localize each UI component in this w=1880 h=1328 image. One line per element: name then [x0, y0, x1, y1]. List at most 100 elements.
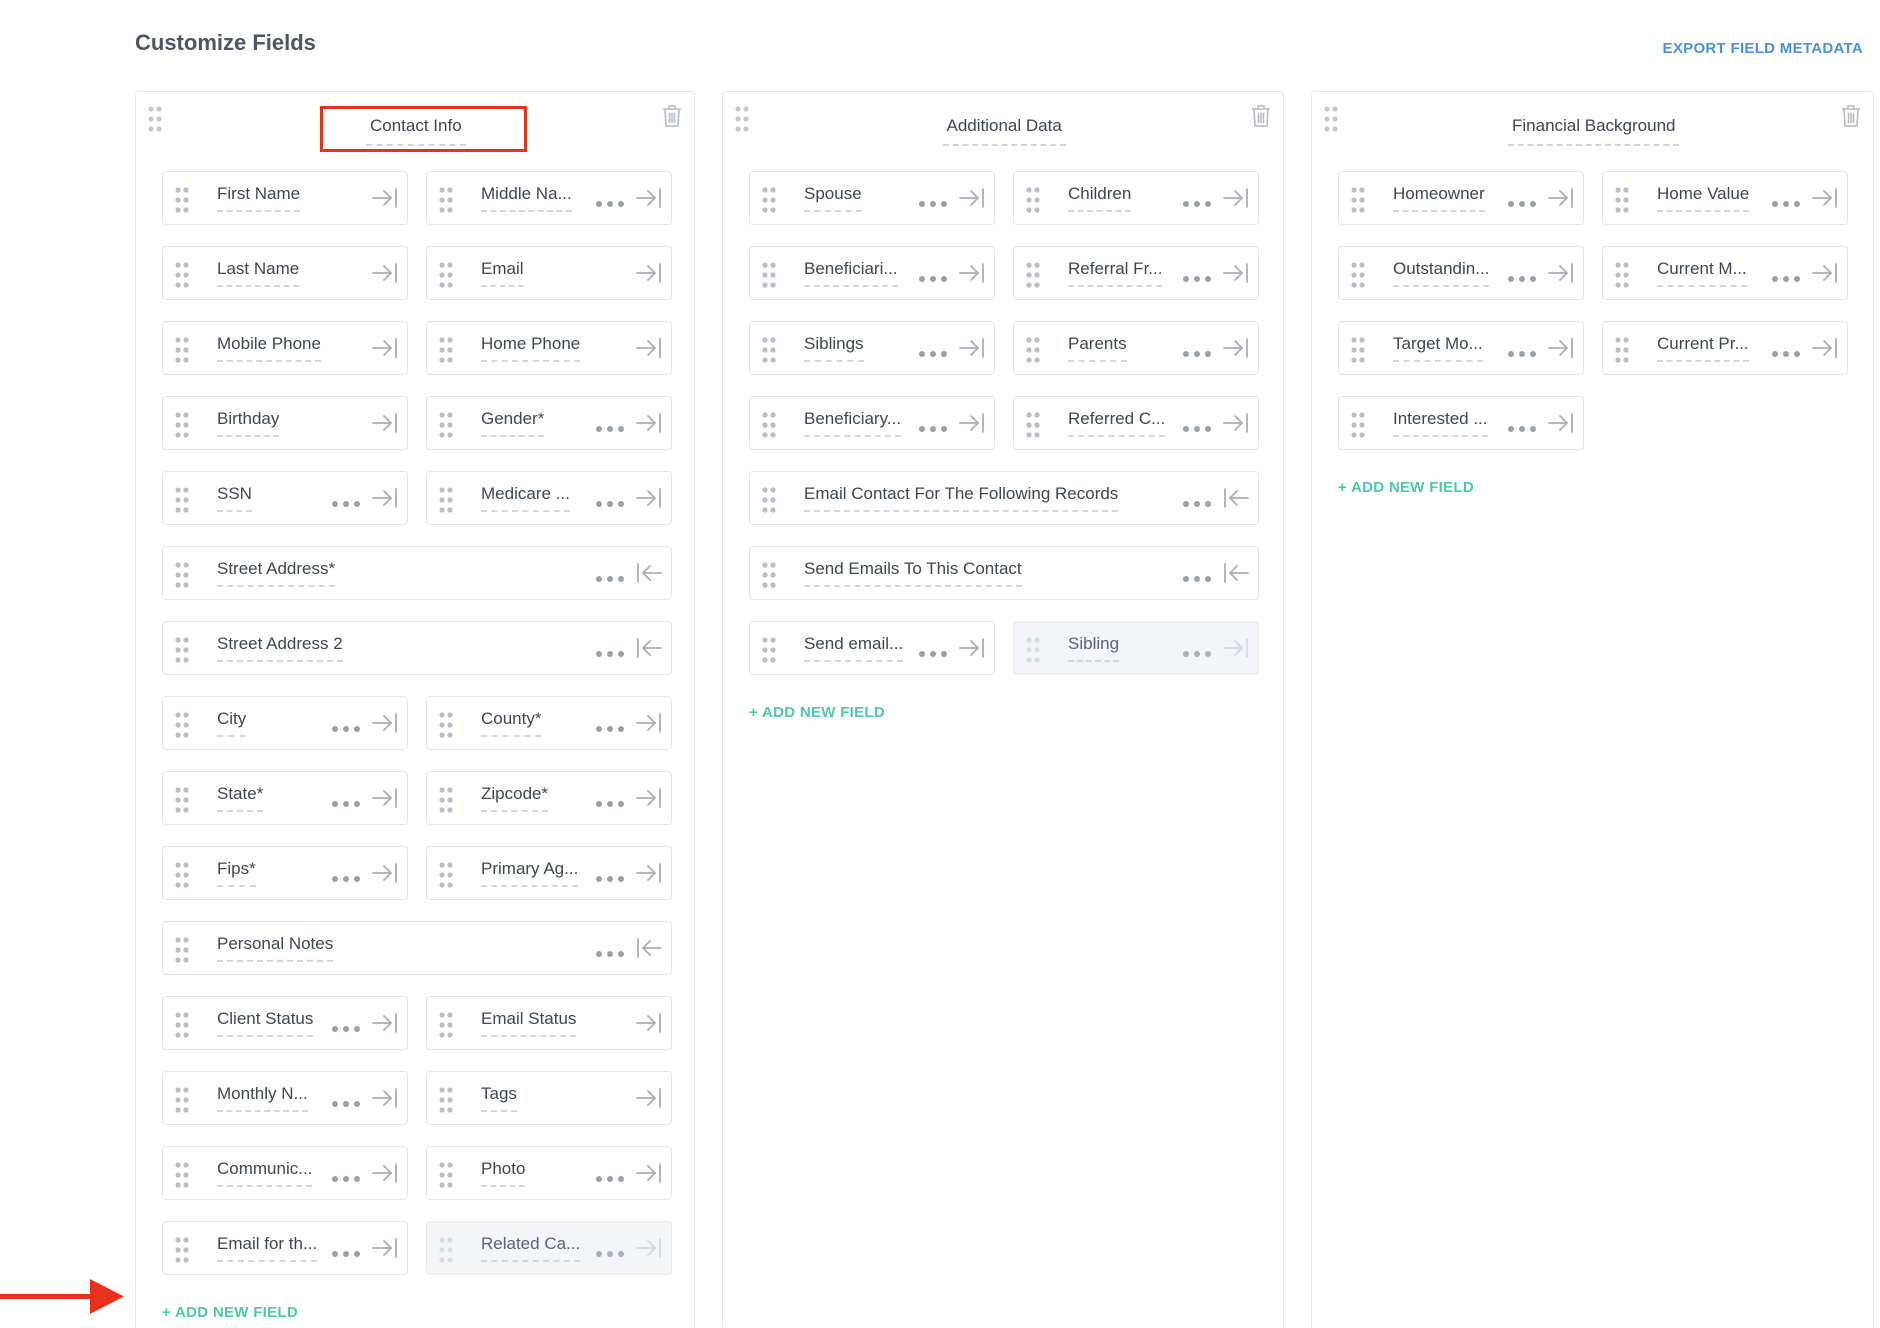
trash-icon[interactable]: [1251, 104, 1271, 133]
more-options-icon[interactable]: [918, 645, 948, 657]
drag-handle-icon[interactable]: [175, 1012, 189, 1043]
column-drag-handle-icon[interactable]: [148, 106, 162, 137]
drag-handle-icon[interactable]: [175, 487, 189, 518]
more-options-icon[interactable]: [918, 270, 948, 282]
more-options-icon[interactable]: [331, 1095, 361, 1107]
expand-width-arrow-icon[interactable]: [371, 1010, 399, 1036]
expand-width-arrow-icon[interactable]: [371, 410, 399, 436]
drag-handle-icon[interactable]: [175, 787, 189, 818]
more-options-icon[interactable]: [1771, 270, 1801, 282]
expand-width-arrow-icon[interactable]: [1547, 260, 1575, 286]
drag-handle-icon[interactable]: [1351, 187, 1365, 218]
field-item[interactable]: Personal Notes: [162, 921, 672, 975]
field-label[interactable]: Medicare ...: [481, 484, 570, 512]
collapse-width-arrow-icon[interactable]: [635, 635, 663, 661]
field-label[interactable]: Email for th...: [217, 1234, 317, 1262]
field-item[interactable]: Primary Ag...: [426, 846, 672, 900]
drag-handle-icon[interactable]: [175, 937, 189, 968]
field-label[interactable]: Send Emails To This Contact: [804, 559, 1022, 587]
more-options-icon[interactable]: [595, 495, 625, 507]
expand-width-arrow-icon[interactable]: [635, 860, 663, 886]
drag-handle-icon[interactable]: [762, 562, 776, 593]
field-label[interactable]: Zipcode*: [481, 784, 549, 812]
field-item[interactable]: Spouse: [749, 171, 995, 225]
drag-handle-icon[interactable]: [439, 337, 453, 368]
field-item[interactable]: Email Contact For The Following Records: [749, 471, 1259, 525]
drag-handle-icon[interactable]: [762, 262, 776, 293]
field-item[interactable]: Homeowner: [1338, 171, 1584, 225]
drag-handle-icon[interactable]: [175, 637, 189, 668]
expand-width-arrow-icon[interactable]: [1811, 260, 1839, 286]
expand-width-arrow-icon[interactable]: [1547, 410, 1575, 436]
field-item[interactable]: Photo: [426, 1146, 672, 1200]
drag-handle-icon[interactable]: [439, 1012, 453, 1043]
field-label[interactable]: Mobile Phone: [217, 334, 321, 362]
field-label[interactable]: Email Contact For The Following Records: [804, 484, 1119, 512]
field-item[interactable]: State*: [162, 771, 408, 825]
drag-handle-icon[interactable]: [762, 337, 776, 368]
more-options-icon[interactable]: [595, 720, 625, 732]
expand-width-arrow-icon[interactable]: [635, 785, 663, 811]
more-options-icon[interactable]: [1771, 345, 1801, 357]
drag-handle-icon[interactable]: [1351, 412, 1365, 443]
column-drag-handle-icon[interactable]: [1324, 106, 1338, 137]
more-options-icon[interactable]: [595, 945, 625, 957]
field-label[interactable]: Birthday: [217, 409, 280, 437]
field-label[interactable]: Parents: [1068, 334, 1127, 362]
field-label[interactable]: Street Address 2: [217, 634, 343, 662]
expand-width-arrow-icon[interactable]: [958, 260, 986, 286]
drag-handle-icon[interactable]: [439, 262, 453, 293]
expand-width-arrow-icon[interactable]: [1222, 185, 1250, 211]
field-label[interactable]: Client Status: [217, 1009, 314, 1037]
expand-width-arrow-icon[interactable]: [371, 710, 399, 736]
more-options-icon[interactable]: [331, 795, 361, 807]
field-item[interactable]: Fips*: [162, 846, 408, 900]
drag-handle-icon[interactable]: [175, 412, 189, 443]
field-item[interactable]: First Name: [162, 171, 408, 225]
drag-handle-icon[interactable]: [439, 487, 453, 518]
more-options-icon[interactable]: [595, 1245, 625, 1257]
more-options-icon[interactable]: [595, 195, 625, 207]
field-label[interactable]: Outstandin...: [1393, 259, 1490, 287]
drag-handle-icon[interactable]: [762, 187, 776, 218]
expand-width-arrow-icon[interactable]: [371, 860, 399, 886]
field-label[interactable]: County*: [481, 709, 542, 737]
drag-handle-icon[interactable]: [175, 1087, 189, 1118]
field-item[interactable]: Children: [1013, 171, 1259, 225]
field-item[interactable]: Monthly N...: [162, 1071, 408, 1125]
more-options-icon[interactable]: [1182, 270, 1212, 282]
collapse-width-arrow-icon[interactable]: [1222, 485, 1250, 511]
expand-width-arrow-icon[interactable]: [1222, 635, 1250, 661]
more-options-icon[interactable]: [1771, 195, 1801, 207]
expand-width-arrow-icon[interactable]: [635, 1010, 663, 1036]
more-options-icon[interactable]: [1507, 195, 1537, 207]
expand-width-arrow-icon[interactable]: [1222, 410, 1250, 436]
drag-handle-icon[interactable]: [1351, 337, 1365, 368]
field-item[interactable]: Send Emails To This Contact: [749, 546, 1259, 600]
export-field-metadata-link[interactable]: EXPORT FIELD METADATA: [1663, 40, 1863, 57]
field-label[interactable]: Home Phone: [481, 334, 581, 362]
field-item[interactable]: Interested ...: [1338, 396, 1584, 450]
field-item[interactable]: Referral Fr...: [1013, 246, 1259, 300]
field-item[interactable]: Siblings: [749, 321, 995, 375]
more-options-icon[interactable]: [918, 345, 948, 357]
drag-handle-icon[interactable]: [762, 487, 776, 518]
drag-handle-icon[interactable]: [439, 187, 453, 218]
field-label[interactable]: Referral Fr...: [1068, 259, 1163, 287]
add-new-field-link[interactable]: + ADD NEW FIELD: [749, 704, 885, 721]
drag-handle-icon[interactable]: [175, 187, 189, 218]
drag-handle-icon[interactable]: [762, 412, 776, 443]
drag-handle-icon[interactable]: [1026, 412, 1040, 443]
field-item[interactable]: Home Value: [1602, 171, 1848, 225]
drag-handle-icon[interactable]: [439, 787, 453, 818]
field-item[interactable]: Medicare ...: [426, 471, 672, 525]
field-item[interactable]: Street Address 2: [162, 621, 672, 675]
more-options-icon[interactable]: [595, 420, 625, 432]
more-options-icon[interactable]: [331, 1170, 361, 1182]
field-label[interactable]: Monthly N...: [217, 1084, 308, 1112]
more-options-icon[interactable]: [595, 870, 625, 882]
drag-handle-icon[interactable]: [439, 1237, 453, 1268]
field-label[interactable]: Photo: [481, 1159, 526, 1187]
field-item[interactable]: Home Phone: [426, 321, 672, 375]
field-item[interactable]: Target Mo...: [1338, 321, 1584, 375]
